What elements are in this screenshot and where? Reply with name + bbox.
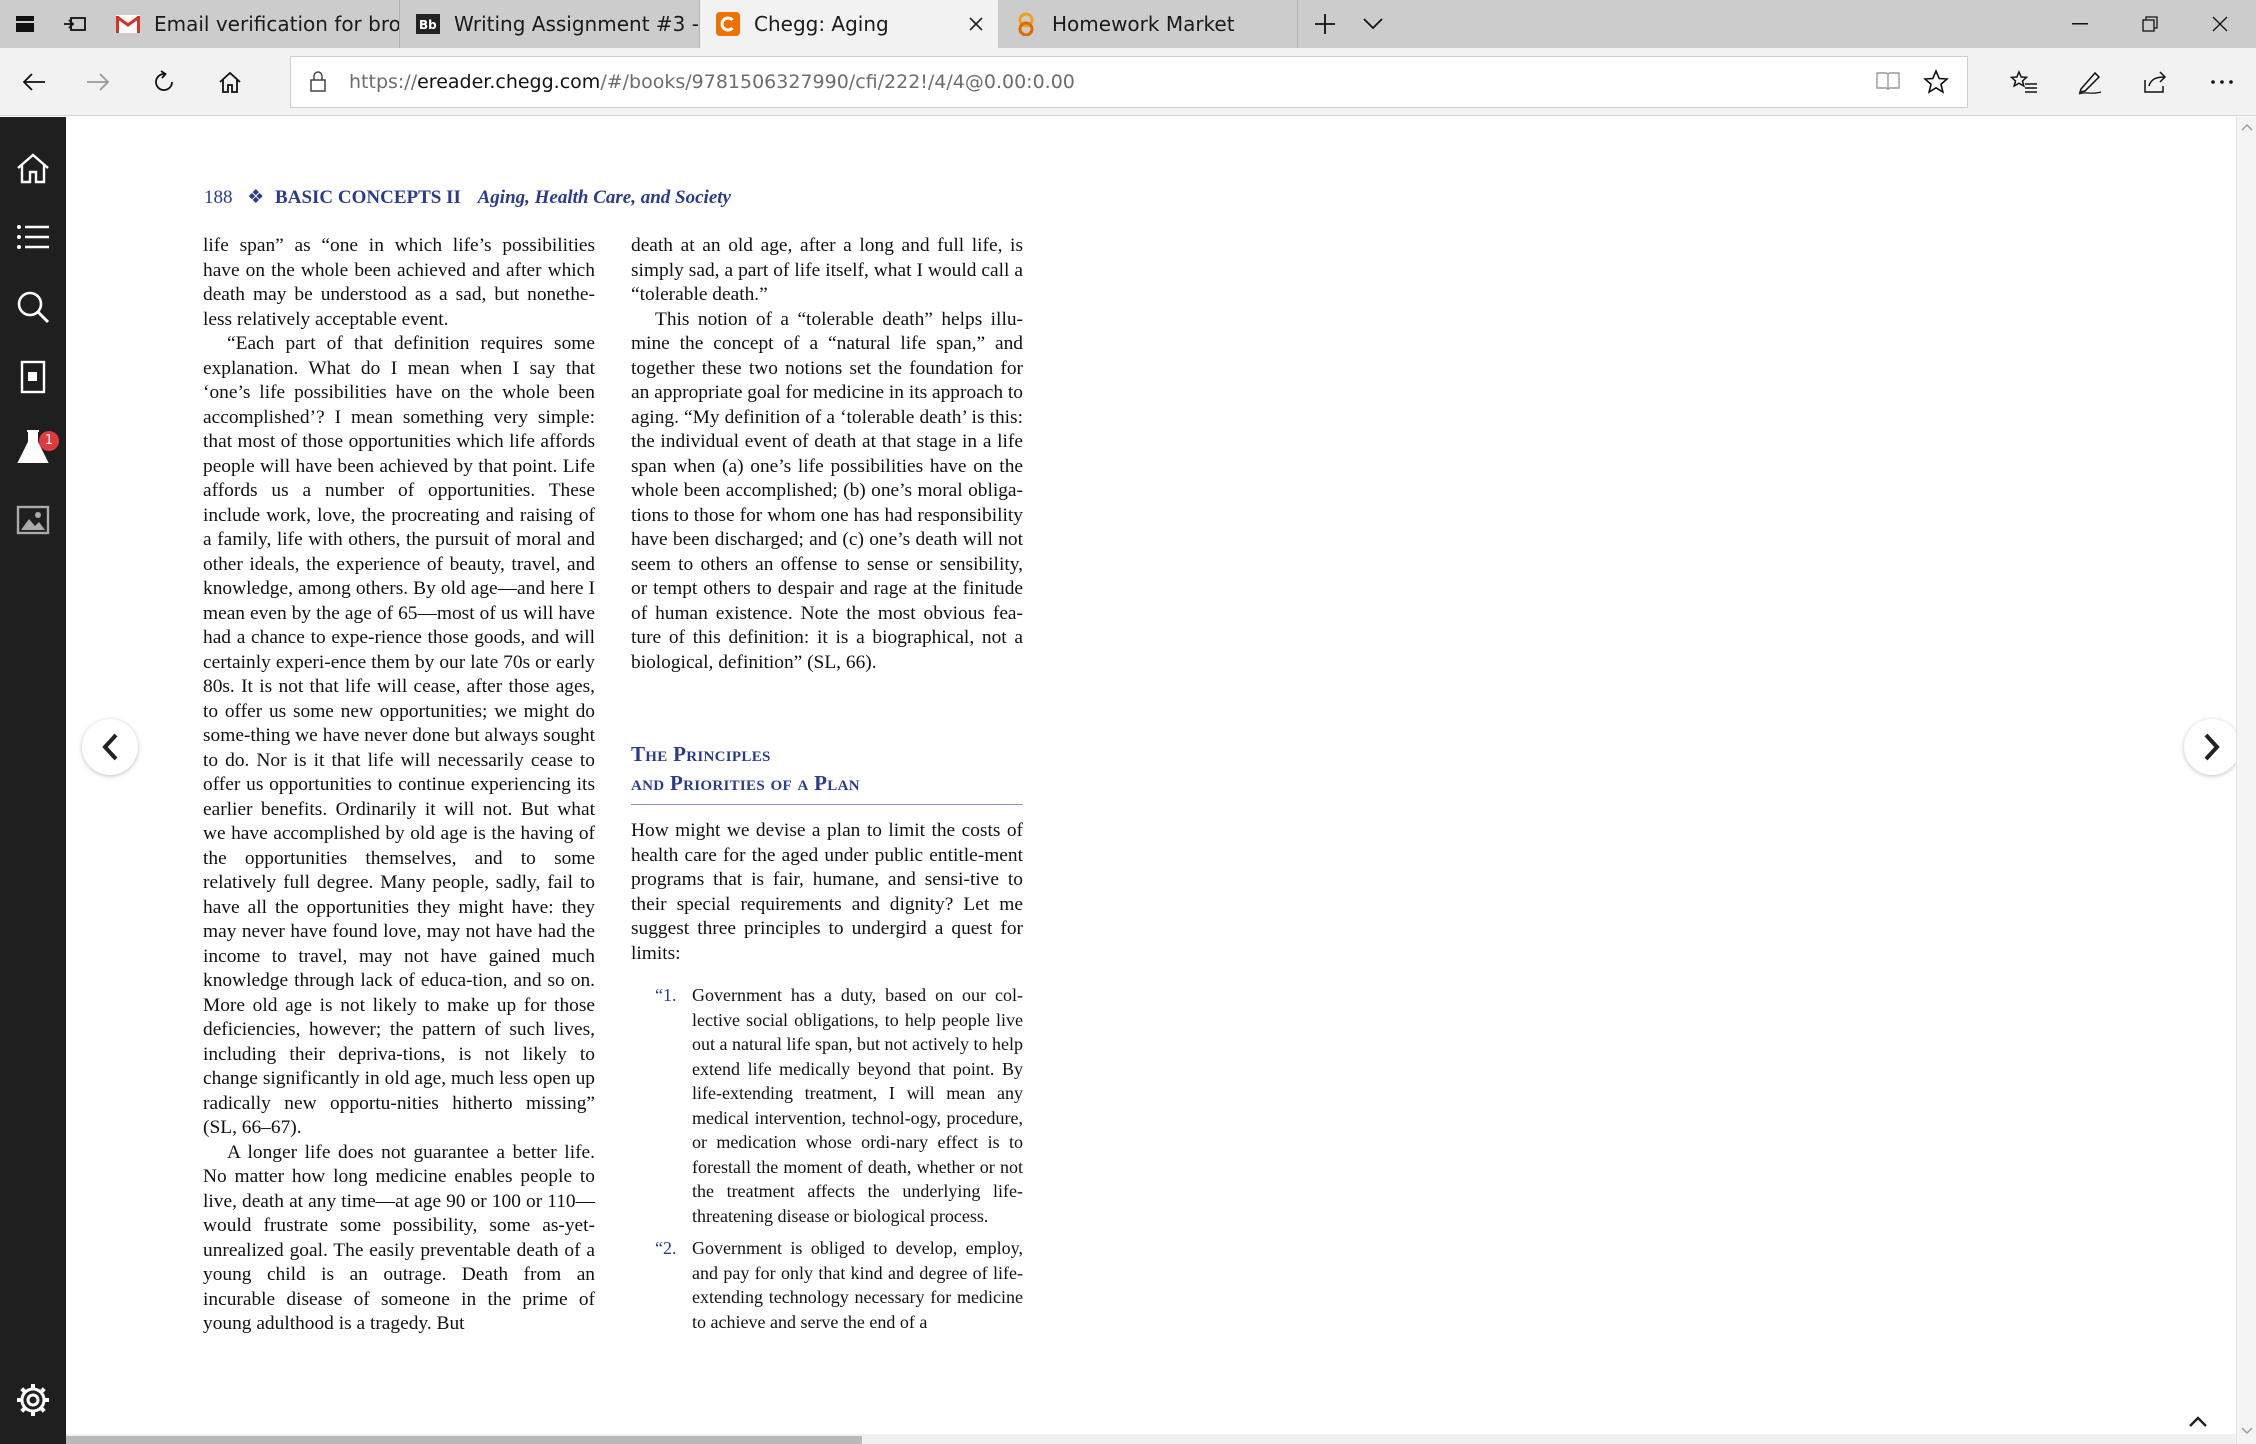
new-tab-icon[interactable] xyxy=(1300,0,1350,48)
scroll-down-icon[interactable] xyxy=(2241,1427,2253,1435)
gmail-icon xyxy=(116,12,140,36)
refresh-icon[interactable] xyxy=(140,58,188,106)
address-bar[interactable]: https://ereader.chegg.com/#/books/978150… xyxy=(290,56,1968,108)
practice-lab-icon[interactable]: 1 xyxy=(0,419,66,475)
part-title: Aging, Health Care, and Society xyxy=(477,187,731,208)
section-heading: The Principles and Priorities of a Plan xyxy=(631,740,1023,805)
homework-market-icon xyxy=(1014,12,1038,36)
chevron-right-icon xyxy=(2204,733,2220,761)
set-tabs-aside-icon[interactable] xyxy=(50,0,100,48)
reader-sidebar: 1 xyxy=(0,117,66,1444)
page-number: 188 xyxy=(204,187,233,208)
notification-badge: 1 xyxy=(39,431,59,451)
tab-strip: Email verification for brown Bb Writing … xyxy=(0,0,2256,48)
principles-list: “1. Government has a duty, based on our … xyxy=(631,983,1023,1342)
images-icon[interactable] xyxy=(0,492,66,548)
reading-view-icon[interactable] xyxy=(1875,70,1901,96)
share-icon[interactable] xyxy=(2132,58,2180,106)
list-item: “1. Government has a duty, based on our … xyxy=(655,985,1023,1226)
favorites-hub-icon[interactable] xyxy=(2000,58,2048,106)
previous-page-button[interactable] xyxy=(82,719,138,775)
tab-title: Chegg: Aging xyxy=(754,12,889,36)
restore-icon[interactable] xyxy=(2116,0,2184,48)
running-header: 188 ❖ BASIC CONCEPTS II Aging, Health Ca… xyxy=(204,186,731,209)
tab-homework-market[interactable]: Homework Market xyxy=(998,0,1298,48)
paragraph: “Each part of that definition requires s… xyxy=(203,333,595,1138)
pen-notes-icon[interactable] xyxy=(2066,58,2114,106)
home-icon[interactable] xyxy=(206,58,254,106)
search-icon[interactable] xyxy=(0,279,66,335)
chevron-left-icon xyxy=(102,733,118,761)
paragraph: This notion of a “tolerable death” helps… xyxy=(631,308,1023,673)
vertical-scrollbar[interactable] xyxy=(2236,117,2256,1444)
scrollbar-thumb[interactable] xyxy=(66,1436,862,1444)
tab-gmail[interactable]: Email verification for brown xyxy=(100,0,400,48)
text-column-right: death at an old age, after a long and fu… xyxy=(631,234,1023,675)
svg-text:Bb: Bb xyxy=(419,18,437,32)
scroll-up-icon[interactable] xyxy=(2241,123,2253,131)
part-label: BASIC CONCEPTS II xyxy=(275,187,461,208)
paragraph: death at an old age, after a long and fu… xyxy=(631,235,1023,305)
list-item: “2. Government is obliged to develop, em… xyxy=(655,1238,1023,1332)
tab-chegg-aging[interactable]: Chegg: Aging xyxy=(700,0,998,48)
paragraph: A longer life does not guarantee a bette… xyxy=(203,1141,595,1335)
tab-title: Email verification for brown xyxy=(154,12,399,36)
header-ornament: ❖ xyxy=(247,187,265,208)
next-page-button[interactable] xyxy=(2184,719,2240,775)
paragraph: life span” as “one in which life’s possi… xyxy=(203,235,595,330)
tab-title: Homework Market xyxy=(1052,12,1235,36)
back-icon[interactable] xyxy=(10,58,58,106)
lock-icon xyxy=(309,70,327,96)
blackboard-icon: Bb xyxy=(416,12,440,36)
back-to-top-chevron-up-icon[interactable] xyxy=(2180,1410,2216,1434)
paragraph: How might we devise a plan to limit the … xyxy=(631,820,1023,964)
home-icon[interactable] xyxy=(0,140,66,196)
table-of-contents-icon[interactable] xyxy=(0,209,66,265)
close-window-icon[interactable] xyxy=(2186,0,2254,48)
tab-title: Writing Assignment #3 - Du xyxy=(454,12,699,36)
forward-icon[interactable] xyxy=(74,58,122,106)
settings-gear-icon[interactable] xyxy=(0,1372,66,1428)
tab-sets-aside-icon[interactable] xyxy=(0,0,50,48)
tab-blackboard[interactable]: Bb Writing Assignment #3 - Du xyxy=(400,0,700,48)
text-column-right-section: How might we devise a plan to limit the … xyxy=(631,819,1023,966)
tab-preview-chevron-down-icon[interactable] xyxy=(1348,0,1398,48)
flashcards-icon[interactable] xyxy=(0,349,66,405)
more-options-icon[interactable] xyxy=(2198,58,2246,106)
horizontal-scrollbar[interactable] xyxy=(66,1434,2236,1444)
url-text: https://ereader.chegg.com/#/books/978150… xyxy=(349,71,1075,93)
chegg-icon xyxy=(716,12,740,36)
minimize-icon[interactable] xyxy=(2046,0,2114,48)
favorite-star-icon[interactable] xyxy=(1923,68,1949,99)
navigation-bar: https://ereader.chegg.com/#/books/978150… xyxy=(0,48,2256,116)
text-column-left: life span” as “one in which life’s possi… xyxy=(203,234,595,1337)
close-tab-icon[interactable] xyxy=(954,0,998,48)
